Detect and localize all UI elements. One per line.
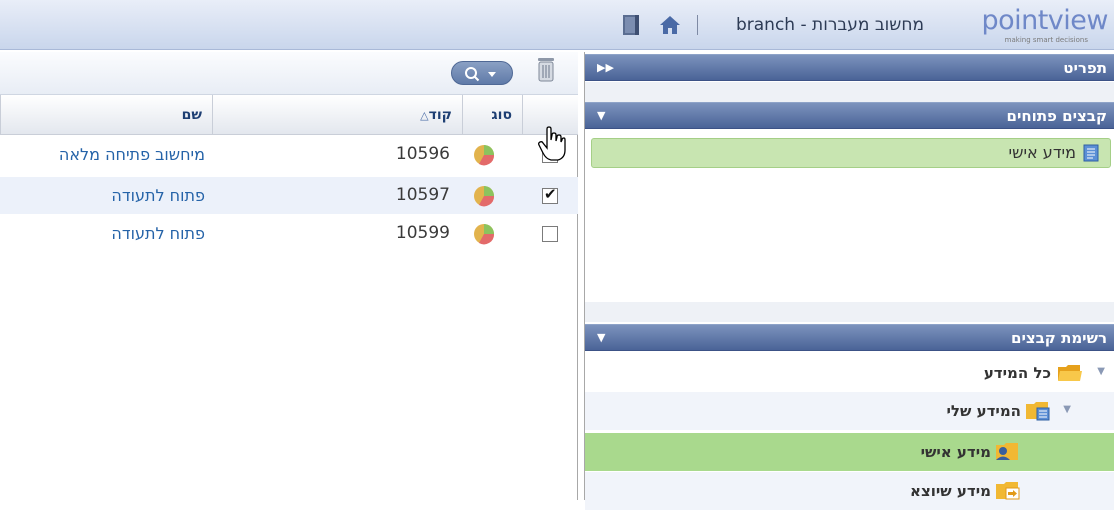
file-list-panel-header[interactable]: ▼ רשימת קבצים xyxy=(585,324,1114,351)
tree-item-outgoing-info[interactable]: מידע שיוצא xyxy=(585,472,1114,510)
folder-open-icon xyxy=(1058,365,1082,381)
tree-label: מידע שיוצא xyxy=(910,482,991,500)
row-name[interactable]: מיחשוב פתיחה מלאה xyxy=(0,136,205,173)
row-code: 10597 xyxy=(395,185,450,205)
document-icon xyxy=(1083,144,1099,162)
pie-chart-icon xyxy=(474,224,495,245)
row-checkbox[interactable]: ✔ xyxy=(542,185,558,204)
table-row[interactable]: פתוח לתעודה 10597 ✔ xyxy=(0,177,578,214)
folder-user-icon xyxy=(996,443,1018,460)
row-name[interactable]: פתוח לתעודה xyxy=(0,177,205,214)
tree-label: כל המידע xyxy=(983,364,1051,382)
tree-item-personal-info[interactable]: מידע אישי xyxy=(585,433,1114,471)
panel-gap xyxy=(585,82,1114,102)
pie-chart-icon xyxy=(474,145,495,166)
folder-list-icon xyxy=(1026,402,1050,421)
column-header-name[interactable]: שם xyxy=(0,95,212,135)
tree-item-my-info[interactable]: ▼ המידע שלי xyxy=(585,392,1114,430)
trash-icon[interactable] xyxy=(534,56,558,84)
file-grid-pane: שם קוד△ סוג מיחשוב פתיחה מלאה 10596 פתוח… xyxy=(0,52,1082,500)
open-files-panel-title: קבצים פתוחים xyxy=(1006,107,1108,125)
tree-label: מידע אישי xyxy=(920,443,991,461)
table-row[interactable]: פתוח לתעודה 10599 xyxy=(0,215,578,252)
chevron-down-icon[interactable]: ▼ xyxy=(597,325,605,351)
logo-text: pointview xyxy=(981,5,1108,36)
tree-expand-icon[interactable]: ▼ xyxy=(1063,392,1071,428)
tree-expand-icon[interactable]: ▼ xyxy=(1097,354,1105,390)
menu-panel-title: תפריט xyxy=(1063,59,1107,77)
home-icon[interactable] xyxy=(658,14,682,36)
table-row[interactable]: מיחשוב פתיחה מלאה 10596 xyxy=(0,136,578,173)
row-name[interactable]: פתוח לתעודה xyxy=(0,215,205,252)
side-panel: ▶▶ תפריט ▼ קבצים פתוחים מידע אישי ▼ רשימ… xyxy=(584,52,1114,510)
row-code: 10596 xyxy=(395,144,450,164)
menu-panel-header[interactable]: ▶▶ תפריט xyxy=(585,54,1114,81)
tree-item-all-info[interactable]: ▼ כל המידע xyxy=(585,354,1114,392)
folder-export-icon xyxy=(996,482,1020,500)
open-files-panel-header[interactable]: ▼ קבצים פתוחים xyxy=(585,102,1114,129)
sort-asc-icon: △ xyxy=(420,109,429,122)
row-code: 10599 xyxy=(395,223,450,243)
top-bar: מחשוב מעברות - branch pointview making s… xyxy=(0,0,1114,50)
panel-gap xyxy=(585,302,1114,322)
pie-chart-icon xyxy=(474,186,495,207)
search-icon xyxy=(465,67,496,82)
open-file-label: מידע אישי xyxy=(1008,143,1076,162)
file-list-panel-title: רשימת קבצים xyxy=(1011,329,1107,347)
grid-header: שם קוד△ סוג xyxy=(0,95,1082,135)
row-checkbox[interactable] xyxy=(542,226,558,242)
hand-cursor-icon xyxy=(538,126,566,161)
open-file-item[interactable]: מידע אישי xyxy=(591,138,1111,168)
search-button[interactable] xyxy=(451,61,513,85)
book-icon[interactable] xyxy=(620,13,642,37)
column-header-type[interactable]: סוג xyxy=(462,95,522,135)
logo: pointview making smart decisions xyxy=(938,5,1108,45)
chevron-down-icon xyxy=(488,72,496,77)
column-header-code[interactable]: קוד△ xyxy=(212,95,462,135)
tree-label: המידע שלי xyxy=(946,402,1021,420)
column-header-code-label: קוד xyxy=(428,107,452,123)
logo-tagline: making smart decisions xyxy=(1004,36,1088,44)
checkmark-icon: ✔ xyxy=(544,185,557,203)
double-chevron-right-icon[interactable]: ▶▶ xyxy=(597,55,614,81)
app-title: מחשוב מעברות - branch xyxy=(735,15,924,35)
chevron-down-icon[interactable]: ▼ xyxy=(597,103,605,129)
grid-toolbar xyxy=(0,52,578,95)
header-divider xyxy=(697,15,698,35)
